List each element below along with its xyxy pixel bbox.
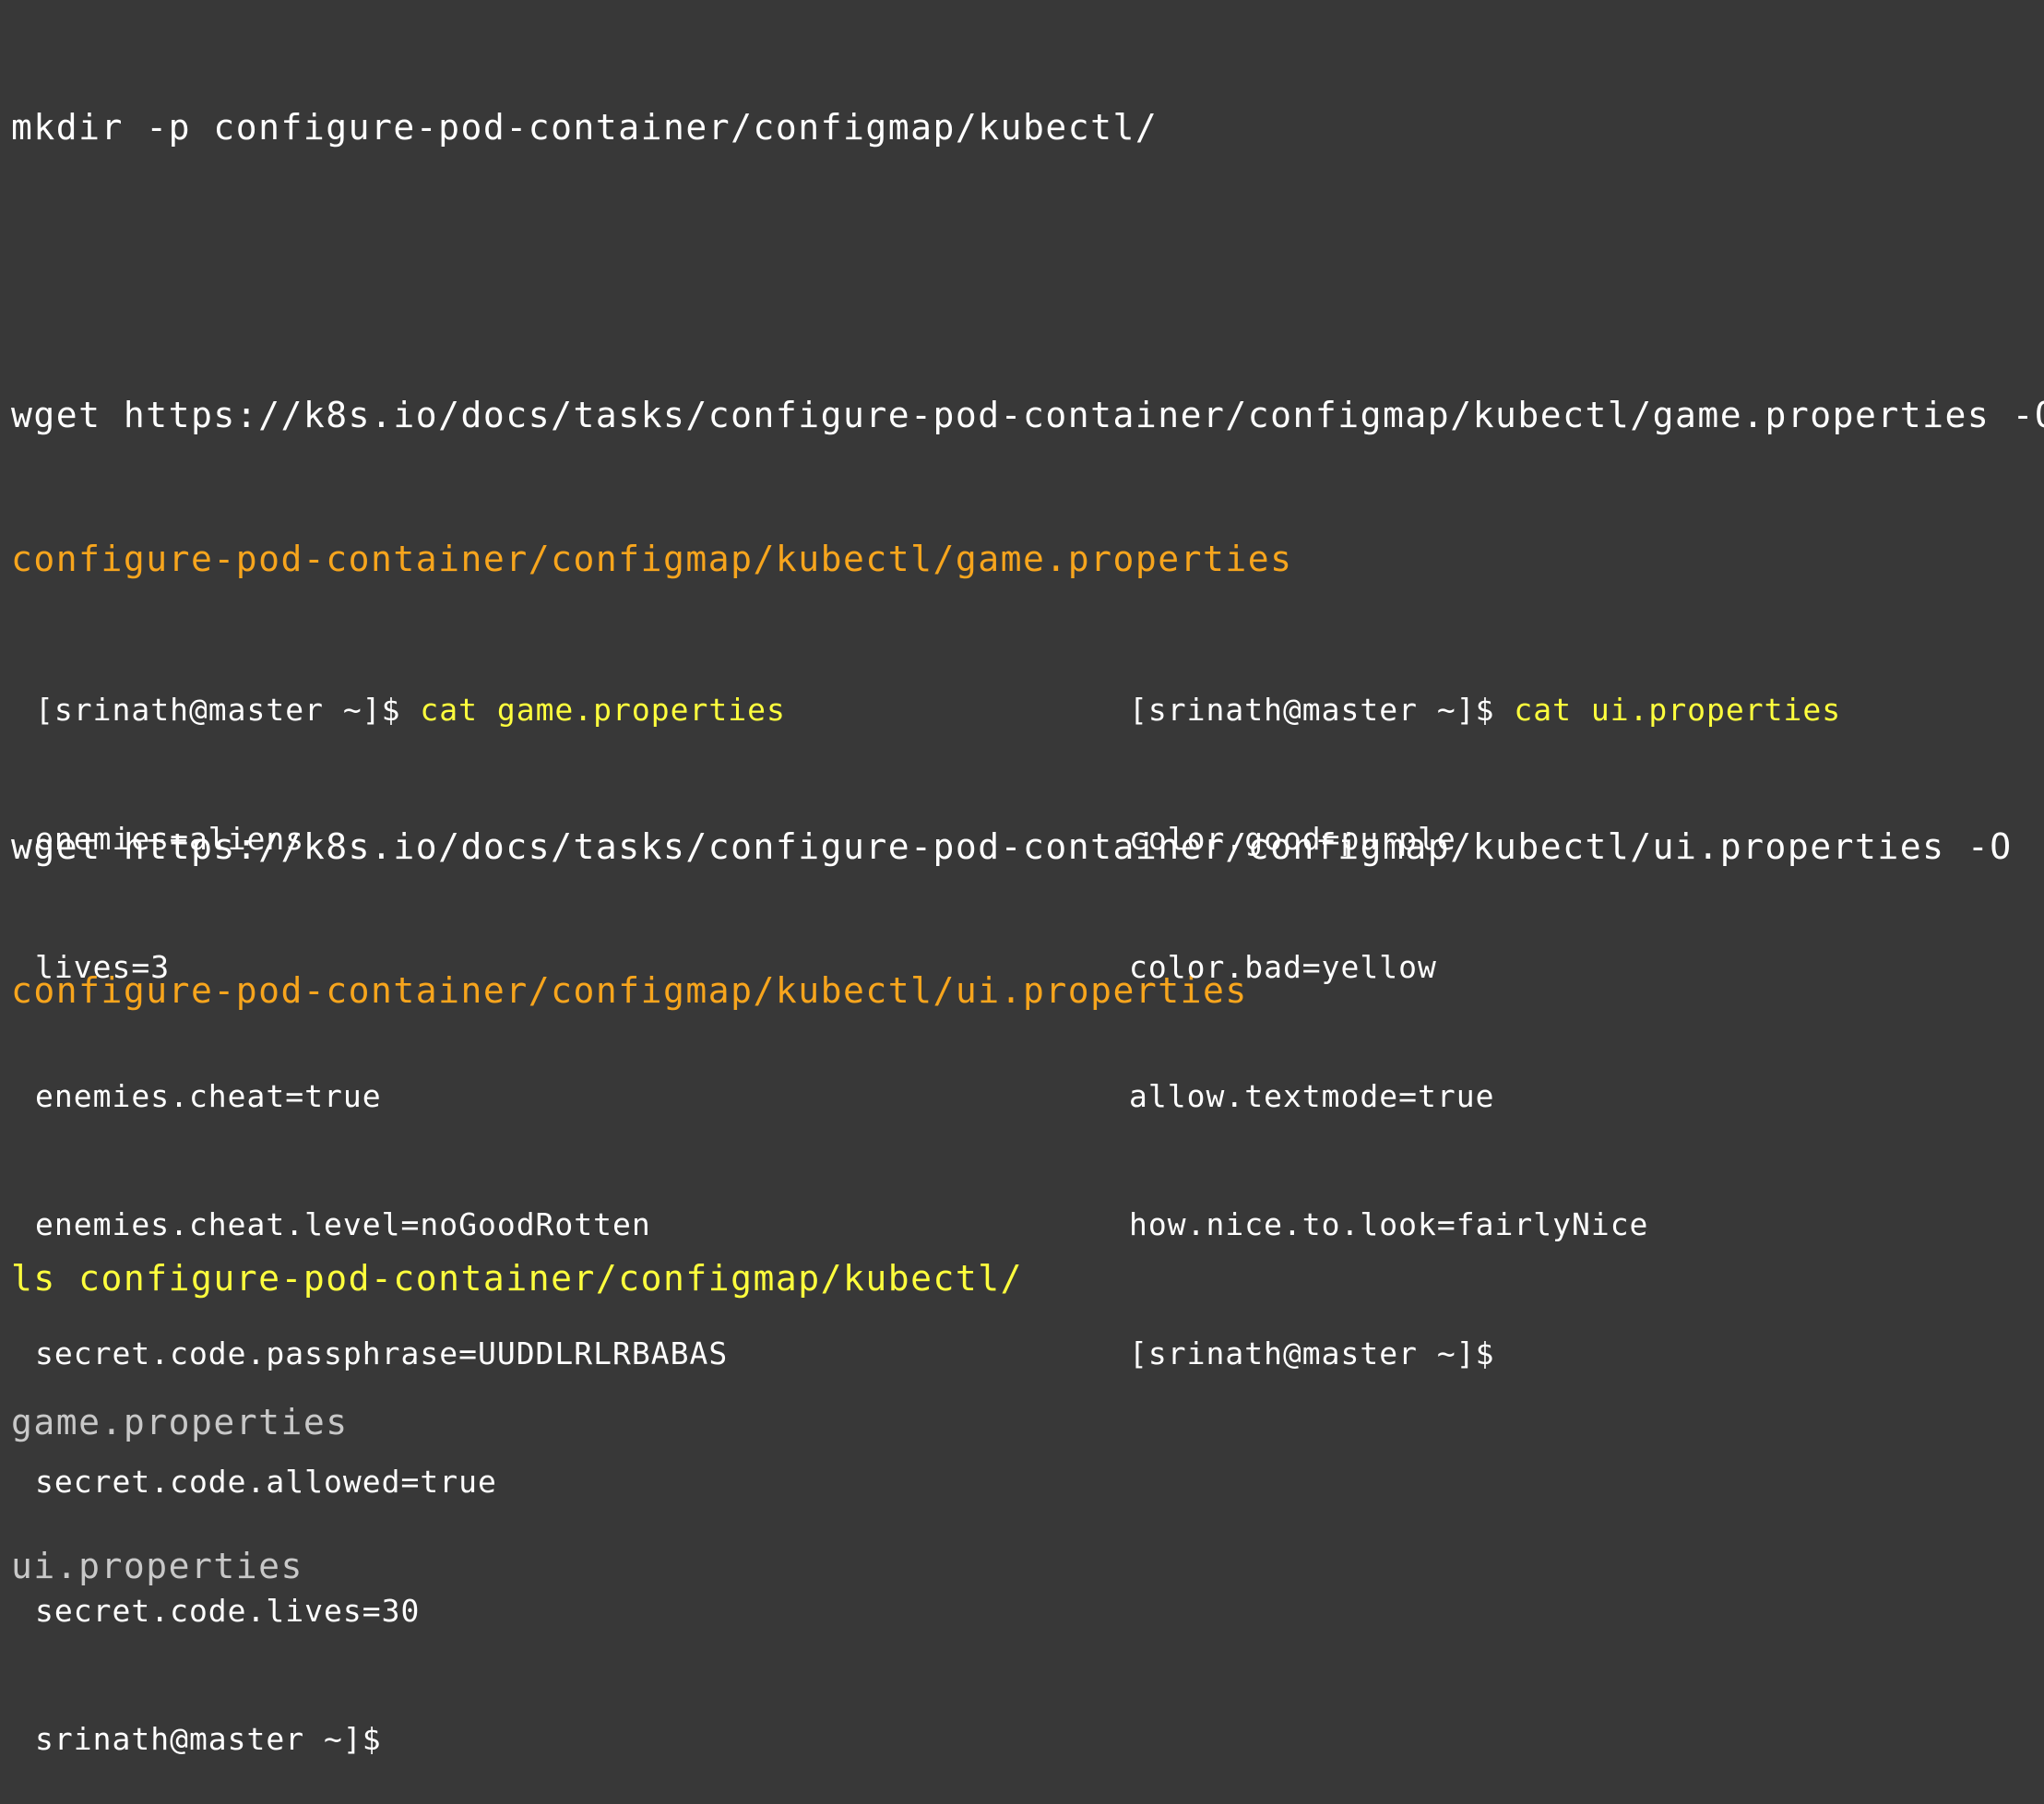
property-line: secret.code.passphrase=UUDDLRLRBABAS xyxy=(35,1335,729,1371)
property-line: allow.textmode=true xyxy=(1129,1077,1495,1114)
property-line: color.good=purple xyxy=(1129,820,1456,857)
ui-prompt-line: [srinath@master ~]$ cat ui.properties xyxy=(1129,689,1841,732)
wget-game-command: wget https://k8s.io/docs/tasks/configure… xyxy=(11,395,2044,435)
cat-game-command: cat game.properties xyxy=(420,692,786,728)
cat-ui-command: cat ui.properties xyxy=(1514,692,1842,728)
property-line: enemies.cheat=true xyxy=(35,1077,382,1114)
ui-properties-terminal: [srinath@master ~]$ cat ui.properties co… xyxy=(1129,603,1841,1418)
wget-game-destination: configure-pod-container/configmap/kubect… xyxy=(11,539,1293,579)
property-line: secret.code.lives=30 xyxy=(35,1592,421,1629)
property-line: lives=3 xyxy=(35,949,171,985)
shell-prompt: [srinath@master ~]$ xyxy=(1129,692,1515,728)
final-shell-prompt: [srinath@master ~]$ xyxy=(1129,1335,1495,1371)
shell-prompt: [srinath@master ~]$ xyxy=(35,692,421,728)
game-prompt-line: [srinath@master ~]$ cat game.properties xyxy=(35,689,786,732)
mkdir-command: mkdir -p configure-pod-container/configm… xyxy=(11,107,1159,148)
property-line: secret.code.allowed=true xyxy=(35,1464,497,1500)
final-shell-prompt: srinath@master ~]$ xyxy=(35,1721,382,1757)
property-line: enemies.cheat.level=noGoodRotten xyxy=(35,1206,651,1242)
property-line: color.bad=yellow xyxy=(1129,949,1437,985)
property-line: enemies=aliens xyxy=(35,820,305,857)
game-properties-terminal: [srinath@master ~]$ cat game.properties … xyxy=(35,603,786,1804)
property-line: how.nice.to.look=fairlyNice xyxy=(1129,1206,1649,1242)
